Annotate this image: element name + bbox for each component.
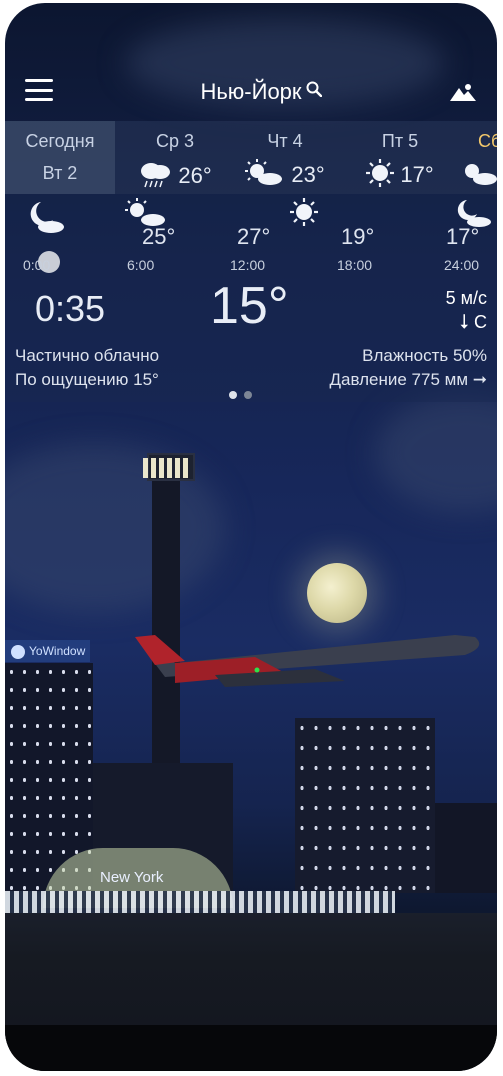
day-label: Ср 3 (155, 131, 195, 151)
hour-time: 18:00 (337, 257, 373, 273)
current-time: 0:35 (35, 288, 106, 329)
day-thu[interactable]: Чт 4 23° (235, 121, 335, 194)
hour-temp: 25° (142, 224, 176, 249)
day-temp: 23° (291, 161, 325, 187)
station-label: New York (100, 869, 164, 886)
hour-temp: 19° (341, 224, 375, 249)
day-temp: 26° (178, 162, 212, 188)
moon-cloud-icon (30, 202, 64, 233)
yowindow-logo-icon (11, 644, 25, 659)
page-indicator[interactable] (229, 386, 259, 404)
cloud (375, 393, 497, 513)
station-windows (5, 891, 395, 913)
tower-lights (143, 458, 191, 478)
daily-forecast: Сегодня Вт 2 Ср 3 26° Чт 4 23° Пт 5 17° … (5, 121, 497, 194)
hour-time: 12:00 (230, 257, 266, 273)
runway (5, 913, 497, 1025)
landscape-icon[interactable] (450, 82, 476, 102)
building (435, 803, 497, 893)
current-conditions: 0:35 15° 5 м/с ⭣ С Частично облачно По о… (5, 276, 497, 402)
day-forecast: 23° (235, 159, 335, 193)
day-date: Вт 2 (42, 163, 78, 183)
humidity-text: Влажность 50% (362, 346, 487, 365)
airplane (135, 635, 480, 687)
pressure-row[interactable]: Давление 775 мм ➞ (330, 370, 488, 390)
pressure-text: Давление 775 мм (329, 370, 469, 389)
yowindow-label: YoWindow (29, 644, 86, 658)
day-label: Чт 4 (267, 131, 303, 151)
hour-temp: 27° (237, 224, 271, 249)
sun-cloud-icon (245, 159, 285, 193)
day-sat[interactable]: Сб (460, 121, 497, 194)
sun-icon (290, 198, 318, 226)
building (295, 718, 435, 893)
city-name[interactable]: Нью-Йорк (5, 79, 497, 105)
hour-temp: 17° (446, 224, 480, 249)
day-label: Сегодня (25, 131, 95, 151)
day-forecast: 26° (125, 159, 225, 195)
wind-speed: 5 м/с (445, 288, 487, 308)
day-label: Пт 5 (381, 131, 419, 151)
rain-cloud-icon (138, 159, 172, 195)
hour-time: 24:00 (444, 257, 480, 273)
sun-cloud-icon (460, 159, 497, 193)
yowindow-badge[interactable]: YoWindow (5, 640, 90, 662)
page-dot-active (229, 391, 237, 399)
day-fri[interactable]: Пт 5 17° (350, 121, 450, 194)
day-today[interactable]: Сегодня Вт 2 (5, 121, 115, 194)
bottom-bar (5, 1025, 497, 1071)
current-temp: 15° (210, 277, 289, 335)
day-label: Сб (478, 131, 497, 151)
wind-direction: С (474, 312, 487, 332)
hour-time: 6:00 (127, 257, 155, 273)
hour-time: 0:00 (23, 257, 51, 273)
search-icon[interactable] (306, 81, 322, 97)
day-forecast (460, 159, 497, 193)
hourly-forecast[interactable]: 25° 27° 19° 17° 0:00 6:00 12:00 18:00 24… (5, 194, 497, 276)
day-wed[interactable]: Ср 3 26° (125, 121, 225, 194)
arrow-down-icon: ⭣ (459, 311, 469, 333)
page-dot (244, 391, 252, 399)
top-bar: Нью-Йорк (5, 63, 497, 119)
arrow-right-icon: ➞ (472, 370, 487, 389)
day-forecast: 17° (350, 159, 450, 193)
wind-info: 5 м/с ⭣ С (446, 288, 487, 334)
day-temp: 17° (400, 161, 434, 187)
app-screen: Нью-Йорк Сегодня Вт 2 Ср 3 26° Чт 4 23° … (5, 3, 497, 1071)
moon (307, 563, 367, 623)
condition-text: Частично облачно (15, 346, 160, 365)
feels-like-text: По ощущению 15° (15, 370, 159, 389)
sun-icon (366, 159, 395, 193)
